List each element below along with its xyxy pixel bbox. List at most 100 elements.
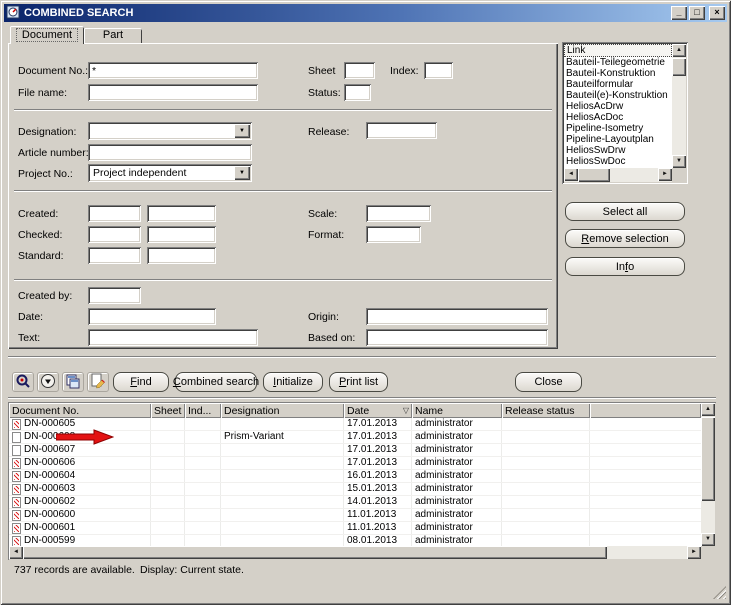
result-list-button[interactable] bbox=[62, 372, 84, 392]
designation-combo[interactable]: ▼ bbox=[88, 122, 252, 140]
close-button[interactable]: Close bbox=[515, 372, 582, 392]
article-number-input[interactable] bbox=[88, 144, 252, 161]
maximize-button[interactable]: □ bbox=[689, 6, 705, 20]
scroll-down-icon[interactable]: ▼ bbox=[701, 533, 715, 546]
status-input[interactable] bbox=[344, 84, 371, 101]
scroll-down-icon[interactable]: ▼ bbox=[672, 155, 686, 168]
table-row[interactable]: DN-000603 15.01.2013 administrator bbox=[9, 483, 701, 496]
scroll-left-icon[interactable]: ◄ bbox=[9, 546, 23, 559]
minimize-button[interactable]: _ bbox=[671, 6, 687, 20]
windows-list-icon bbox=[65, 373, 81, 392]
scroll-up-icon[interactable]: ▲ bbox=[701, 403, 715, 416]
date-input[interactable] bbox=[88, 308, 216, 325]
scroll-up-icon[interactable]: ▲ bbox=[672, 44, 686, 57]
format-input[interactable] bbox=[366, 226, 421, 243]
name-cell: administrator bbox=[412, 470, 502, 482]
list-item[interactable]: HeliosAcDrw bbox=[564, 101, 672, 112]
list-item[interactable]: Bauteil-Konstruktion bbox=[564, 68, 672, 79]
col-name[interactable]: Name bbox=[412, 403, 502, 418]
checked-input-1[interactable] bbox=[88, 226, 141, 243]
sheet-input[interactable] bbox=[344, 62, 375, 79]
col-designation[interactable]: Designation bbox=[221, 403, 344, 418]
scroll-right-icon[interactable]: ► bbox=[658, 168, 672, 181]
scrollbar-thumb[interactable] bbox=[578, 168, 610, 182]
index-input[interactable] bbox=[424, 62, 453, 79]
checked-input-2[interactable] bbox=[147, 226, 216, 243]
search-options-button[interactable] bbox=[12, 372, 34, 392]
vertical-scrollbar[interactable]: ▲ ▼ bbox=[672, 44, 686, 168]
tab-part[interactable]: Part bbox=[84, 28, 142, 43]
remove-selection-button[interactable]: Remove selection bbox=[565, 229, 685, 248]
table-vertical-scrollbar[interactable]: ▲ ▼ bbox=[701, 403, 715, 546]
scrollbar-thumb[interactable] bbox=[701, 417, 715, 501]
project-no-label: Project No.: bbox=[18, 168, 73, 180]
created-by-input[interactable] bbox=[88, 287, 141, 304]
select-all-button[interactable]: Select all bbox=[565, 202, 685, 221]
scale-label: Scale: bbox=[308, 208, 337, 220]
find-button[interactable]: Find bbox=[113, 372, 169, 392]
list-item[interactable]: Bauteil-Teilegeometrie bbox=[564, 57, 672, 68]
scrollbar-thumb[interactable] bbox=[23, 546, 607, 559]
table-row[interactable]: DN-000602 14.01.2013 administrator bbox=[9, 496, 701, 509]
filter-dropdown-button[interactable] bbox=[37, 372, 59, 392]
separator bbox=[8, 356, 716, 358]
scroll-left-icon[interactable]: ◄ bbox=[564, 168, 578, 181]
document-no-input[interactable] bbox=[88, 62, 258, 79]
col-document-no[interactable]: Document No. bbox=[9, 403, 151, 418]
table-horizontal-scrollbar[interactable]: ◄ ► bbox=[9, 546, 701, 559]
release-status-cell bbox=[502, 522, 590, 534]
resize-grip[interactable] bbox=[713, 586, 726, 599]
col-release-status[interactable]: Release status bbox=[502, 403, 590, 418]
date-cell: 08.01.2013 bbox=[344, 535, 412, 546]
print-list-button[interactable]: Print list bbox=[329, 372, 388, 392]
standard-input-1[interactable] bbox=[88, 247, 141, 264]
table-row[interactable]: DN-000600 11.01.2013 administrator bbox=[9, 509, 701, 522]
created-input-2[interactable] bbox=[147, 205, 216, 222]
table-row[interactable]: DN-000599 08.01.2013 administrator bbox=[9, 535, 701, 546]
table-row[interactable]: DN-000606 17.01.2013 administrator bbox=[9, 457, 701, 470]
list-item[interactable]: Pipeline-Layoutplan bbox=[564, 134, 672, 145]
close-icon[interactable]: × bbox=[709, 6, 725, 20]
initialize-button[interactable]: Initialize bbox=[263, 372, 323, 392]
table-row[interactable]: DN-000604 16.01.2013 administrator bbox=[9, 470, 701, 483]
list-item[interactable]: Pipeline-Isometry bbox=[564, 123, 672, 134]
edit-mask-button[interactable] bbox=[87, 372, 109, 392]
release-input[interactable] bbox=[366, 122, 437, 139]
scrollbar-thumb[interactable] bbox=[672, 58, 686, 76]
scroll-right-icon[interactable]: ► bbox=[687, 546, 701, 559]
filter-icon[interactable]: ▽ bbox=[403, 406, 409, 415]
col-sheet[interactable]: Sheet bbox=[151, 403, 185, 418]
horizontal-scrollbar[interactable]: ◄ ► bbox=[564, 168, 672, 182]
list-item[interactable]: Bauteilformular bbox=[564, 79, 672, 90]
link-list-items: Link Bauteil-Teilegeometrie Bauteil-Kons… bbox=[564, 44, 672, 168]
list-item[interactable]: HeliosAcDoc bbox=[564, 112, 672, 123]
col-date[interactable]: Date ▽ bbox=[344, 403, 412, 418]
col-ind[interactable]: Ind... bbox=[185, 403, 221, 418]
list-item[interactable]: HeliosSwDrw bbox=[564, 145, 672, 156]
tab-document[interactable]: Document bbox=[10, 26, 84, 44]
chevron-down-icon[interactable]: ▼ bbox=[234, 124, 250, 138]
scale-input[interactable] bbox=[366, 205, 431, 222]
list-item[interactable]: Bauteil(e)-Konstruktion bbox=[564, 90, 672, 101]
created-input-1[interactable] bbox=[88, 205, 141, 222]
name-cell: administrator bbox=[412, 535, 502, 546]
file-name-input[interactable] bbox=[88, 84, 258, 101]
document-type-icon bbox=[12, 523, 21, 534]
based-on-input[interactable] bbox=[366, 329, 548, 346]
list-item[interactable]: Link bbox=[564, 44, 672, 57]
text-input[interactable] bbox=[88, 329, 258, 346]
combined-search-button[interactable]: Combined search bbox=[175, 372, 257, 392]
search-icon bbox=[15, 373, 31, 392]
origin-input[interactable] bbox=[366, 308, 548, 325]
edit-document-icon bbox=[90, 373, 106, 392]
standard-input-2[interactable] bbox=[147, 247, 216, 264]
release-status-cell bbox=[502, 483, 590, 495]
table-row[interactable]: DN-000601 11.01.2013 administrator bbox=[9, 522, 701, 535]
chevron-down-icon[interactable]: ▼ bbox=[234, 166, 250, 180]
info-button[interactable]: Info bbox=[565, 257, 685, 276]
designation-label: Designation: bbox=[18, 126, 76, 138]
title-bar[interactable]: COMBINED SEARCH _ □ × bbox=[4, 4, 727, 22]
project-no-combo[interactable]: Project independent ▼ bbox=[88, 164, 252, 182]
list-item[interactable]: HeliosSwDoc bbox=[564, 156, 672, 167]
link-listbox[interactable]: Link Bauteil-Teilegeometrie Bauteil-Kons… bbox=[562, 42, 688, 184]
